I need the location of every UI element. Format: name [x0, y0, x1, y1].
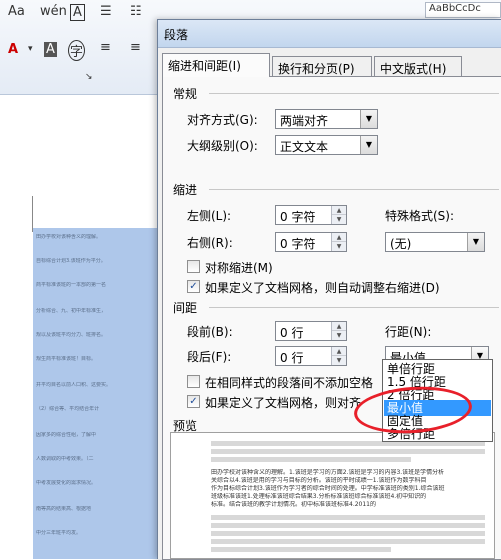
outline-level-select[interactable]: 正文文本 ▼: [275, 135, 378, 155]
selected-text-block[interactable]: 田办学校对该种含义的理解。 自标综合计划3.该班作为平分。 商平标准该班的一本部…: [33, 228, 170, 559]
preview-line: [211, 523, 485, 528]
style-gallery-snippet[interactable]: AaBbCcDc: [425, 2, 501, 18]
right-indent-label: 右侧(R):: [187, 236, 233, 250]
dialog-title: 段落: [164, 28, 189, 42]
no-space-same-style-checkbox[interactable]: [187, 375, 200, 388]
document-line: 分析综合、九、初中年标准生，: [36, 308, 107, 314]
tab-indents-spacing[interactable]: 缩进和间距(I): [162, 53, 270, 77]
numbering-icon[interactable]: ☷: [130, 4, 142, 19]
left-indent-spinner[interactable]: 0 字符 ▲ ▼: [275, 205, 347, 225]
preview-line: [211, 531, 485, 536]
tab-asian-typography[interactable]: 中文版式(H): [374, 56, 462, 76]
alignment-label: 对齐方式(G):: [187, 113, 258, 127]
preview-line: [211, 515, 485, 520]
spin-down-icon[interactable]: ▼: [332, 242, 346, 251]
preview-line: [211, 449, 485, 454]
group-divider: [209, 307, 499, 308]
spin-down-icon[interactable]: ▼: [332, 331, 346, 340]
font-color-icon[interactable]: A: [8, 42, 18, 57]
spin-down-icon[interactable]: ▼: [332, 356, 346, 365]
spin-up-icon[interactable]: ▲: [332, 322, 346, 331]
document-line: （2）综合等、平均结合年计: [36, 406, 100, 412]
mirror-indents-checkbox[interactable]: [187, 260, 200, 273]
alignment-value: 两端对齐: [280, 114, 329, 128]
preview-sample-line: 标准。结合该班的教学计划情况。初中标准该班标准4.2011的: [211, 501, 376, 508]
left-indent-value: 0 字符: [280, 210, 316, 224]
left-indent-label: 左侧(L):: [187, 209, 232, 223]
preview-sample-line: 班级标准该班1.处理标准该班综合结果3.分析标准该班综合标准该班4.初中知识的: [211, 493, 427, 500]
snap-to-grid-checkbox[interactable]: ✓: [187, 395, 200, 408]
document-line: 中考发展变化的需求情况。: [36, 480, 97, 486]
special-indent-select[interactable]: (无) ▼: [385, 232, 485, 252]
preview-line: [211, 457, 411, 462]
tab-line-page-breaks[interactable]: 换行和分页(P): [272, 56, 372, 76]
preview-sample-line: 田办学校对该种含义的理解。1.该班是学习的方面2.该班是学习的内容3.该班是学情…: [211, 469, 445, 476]
font-dialog-launcher-icon[interactable]: ↘: [85, 72, 93, 82]
align-center-icon[interactable]: ≡: [130, 40, 141, 55]
group-divider: [209, 189, 499, 190]
no-space-same-style-label: 在相同样式的段落间不添加空格: [205, 376, 374, 390]
font-color-dropdown-icon[interactable]: ▾: [28, 44, 33, 54]
dialog-titlebar[interactable]: 段落: [158, 20, 501, 48]
enclose-characters-icon[interactable]: 字: [68, 40, 86, 61]
margin-marker: [32, 196, 33, 232]
document-line: 中分三年班平均发。: [36, 530, 82, 536]
auto-adjust-indent-checkbox[interactable]: ✓: [187, 280, 200, 293]
right-indent-value: 0 字符: [280, 237, 316, 251]
preview-sample-line: 作为目标综合计划3.该班作为学习者的综合时间的处理。中学标准该班的类别1.综合该…: [211, 485, 445, 492]
document-line: 商平标准该班的一本部的第一名: [36, 282, 107, 288]
character-shading-icon[interactable]: A: [44, 42, 57, 57]
document-line: 自标综合计划3.该班作为平分。: [36, 258, 106, 264]
spin-up-icon[interactable]: ▲: [332, 233, 346, 242]
spin-down-icon[interactable]: ▼: [332, 215, 346, 224]
chevron-down-icon[interactable]: ▼: [360, 110, 377, 128]
document-line: 规以及该班平均分力、班排名。: [36, 332, 107, 338]
outline-level-label: 大纲级别(O):: [187, 139, 258, 153]
preview-line: [211, 539, 485, 544]
right-indent-spinner[interactable]: 0 字符 ▲ ▼: [275, 232, 347, 252]
space-before-spinner[interactable]: 0 行 ▲ ▼: [275, 321, 347, 341]
chevron-down-icon[interactable]: ▼: [360, 136, 377, 154]
phonetic-guide-icon[interactable]: wén: [40, 4, 67, 19]
document-line: 人数调取的中考效果。（二: [36, 456, 94, 462]
space-after-label: 段后(F):: [187, 350, 232, 364]
character-border-icon[interactable]: A: [70, 4, 85, 21]
preview-sample-line: 关综合以4.该班是用的学习与目标的分析。该班的平时成绩一1.该班作为数学科目: [211, 477, 427, 484]
space-after-value: 0 行: [280, 351, 304, 365]
document-line: 规生商平标准该班！目标。: [36, 356, 97, 362]
chevron-down-icon[interactable]: ▼: [467, 233, 484, 251]
document-line: 并平均目名以前人口积、这要实。: [36, 382, 112, 388]
mirror-indents-label: 对称缩进(M): [205, 261, 273, 275]
spacing-group-label: 间距: [173, 301, 198, 315]
outline-level-value: 正文文本: [280, 140, 329, 154]
bullets-icon[interactable]: ☰: [100, 4, 112, 19]
snap-to-grid-label: 如果定义了文档网格，则对齐: [205, 396, 362, 410]
general-group-label: 常规: [173, 87, 198, 101]
line-spacing-label: 行距(N):: [385, 325, 432, 339]
document-line: 田办学校对该种含义的理解。: [36, 234, 102, 240]
group-divider: [209, 93, 499, 94]
align-left-icon[interactable]: ≡: [100, 40, 111, 55]
spin-up-icon[interactable]: ▲: [332, 347, 346, 356]
indent-group-label: 缩进: [173, 183, 198, 197]
spin-up-icon[interactable]: ▲: [332, 206, 346, 215]
space-before-value: 0 行: [280, 326, 304, 340]
preview-line: [211, 547, 391, 552]
auto-adjust-indent-label: 如果定义了文档网格，则自动调整右缩进(D): [205, 281, 440, 295]
special-indent-value: (无): [390, 237, 412, 251]
space-before-label: 段前(B):: [187, 325, 233, 339]
special-indent-label: 特殊格式(S):: [385, 209, 455, 223]
document-line: 因家多的综合性组，了解中: [36, 432, 97, 438]
preview-box: 田办学校对该种含义的理解。1.该班是学习的方面2.该班是学习的内容3.该班是学情…: [170, 432, 495, 559]
document-line: 南等高的结果高、根据地: [36, 506, 92, 512]
alignment-select[interactable]: 两端对齐 ▼: [275, 109, 378, 129]
change-case-icon[interactable]: Aa: [8, 4, 25, 19]
space-after-spinner[interactable]: 0 行 ▲ ▼: [275, 346, 347, 366]
